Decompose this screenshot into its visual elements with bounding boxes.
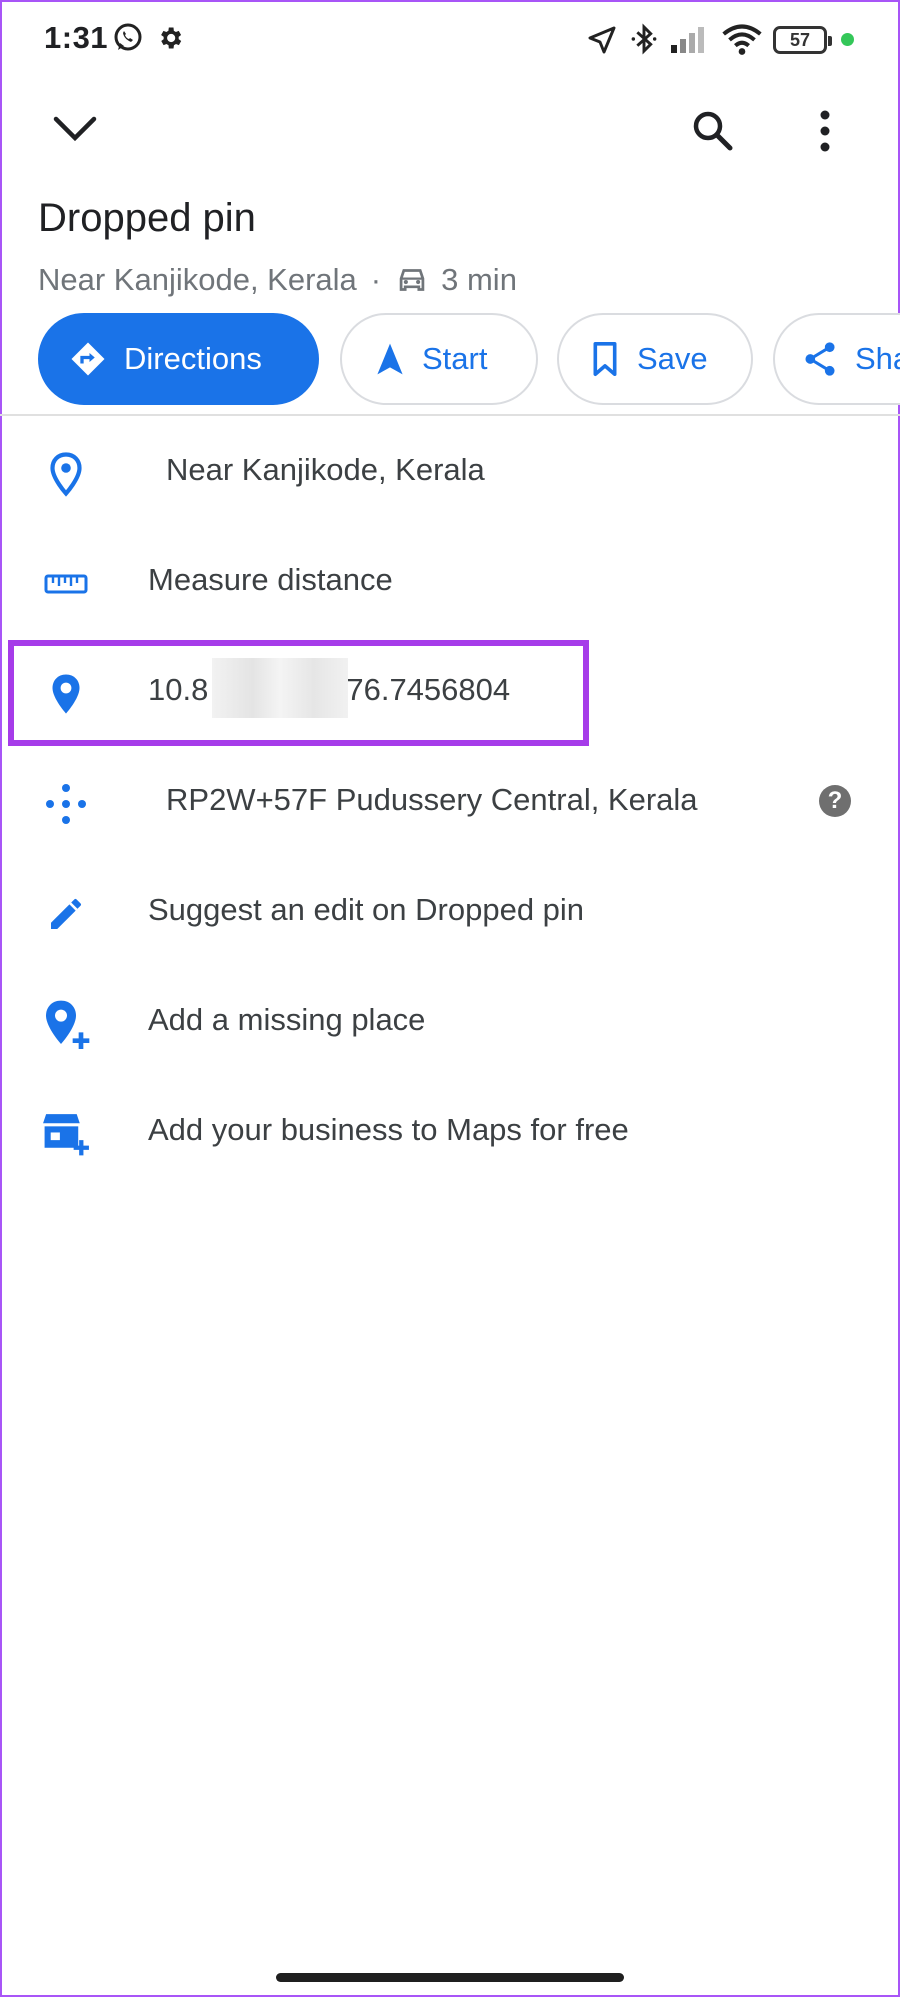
location-pin-outline-icon (50, 452, 82, 497)
ruler-icon (44, 574, 88, 594)
place-subtitle: Near Kanjikode, Kerala · 3 min (38, 262, 517, 298)
directions-label: Directions (124, 341, 262, 376)
place-title: Dropped pin (38, 196, 256, 240)
measure-distance-row[interactable]: Measure distance (0, 532, 900, 632)
divider (0, 414, 900, 416)
plus-code-text: RP2W+57F Pudussery Central, Kerala (166, 782, 698, 817)
save-button[interactable]: Save (557, 313, 753, 405)
start-label: Start (422, 341, 488, 376)
share-icon (805, 342, 835, 376)
share-button[interactable]: Share (773, 313, 900, 405)
status-time: 1:31 (44, 20, 109, 55)
address-text: Near Kanjikode, Kerala (166, 452, 485, 487)
add-business-row[interactable]: Add your business to Maps for free (0, 1082, 900, 1182)
start-button[interactable]: Start (340, 313, 538, 405)
add-business-icon (43, 1114, 89, 1156)
wifi-icon (722, 24, 762, 55)
whatsapp-icon (114, 23, 142, 51)
status-bar: 1:31 57 (0, 0, 900, 80)
location-arrow-icon (588, 26, 616, 54)
bookmark-icon (593, 341, 617, 377)
help-icon[interactable]: ? (819, 785, 851, 817)
subtitle-separator: · (370, 262, 382, 297)
measure-distance-text: Measure distance (148, 562, 393, 597)
subtitle-location: Near Kanjikode, Kerala (38, 262, 357, 297)
directions-icon (71, 342, 105, 376)
suggest-edit-row[interactable]: Suggest an edit on Dropped pin (0, 862, 900, 962)
add-missing-place-text: Add a missing place (148, 1002, 426, 1037)
suggest-edit-text: Suggest an edit on Dropped pin (148, 892, 585, 927)
navigation-arrow-icon (377, 343, 403, 375)
directions-button[interactable]: Directions (38, 313, 319, 405)
highlight-box (8, 640, 589, 746)
action-chips: Directions Start Save Share (38, 313, 900, 405)
battery-indicator: 57 (773, 26, 832, 54)
privacy-indicator-dot (841, 33, 854, 46)
save-label: Save (637, 341, 708, 376)
drive-time: 3 min (441, 262, 517, 297)
pencil-icon (51, 899, 81, 929)
cell-signal-icon (671, 27, 704, 53)
plus-code-icon (46, 784, 86, 824)
home-indicator[interactable] (276, 1973, 624, 1982)
plus-code-row[interactable]: RP2W+57F Pudussery Central, Kerala (0, 752, 900, 852)
share-label: Share (855, 341, 900, 376)
chevron-down-icon[interactable] (52, 114, 98, 144)
address-row[interactable]: Near Kanjikode, Kerala (0, 422, 900, 522)
settings-gear-icon (161, 27, 182, 49)
add-business-text: Add your business to Maps for free (148, 1112, 629, 1147)
add-missing-place-row[interactable]: Add a missing place (0, 972, 900, 1072)
car-icon (399, 269, 425, 291)
more-options-icon[interactable] (817, 110, 833, 152)
search-icon[interactable] (690, 108, 734, 152)
add-location-icon (46, 1000, 90, 1049)
bluetooth-icon (631, 23, 657, 55)
